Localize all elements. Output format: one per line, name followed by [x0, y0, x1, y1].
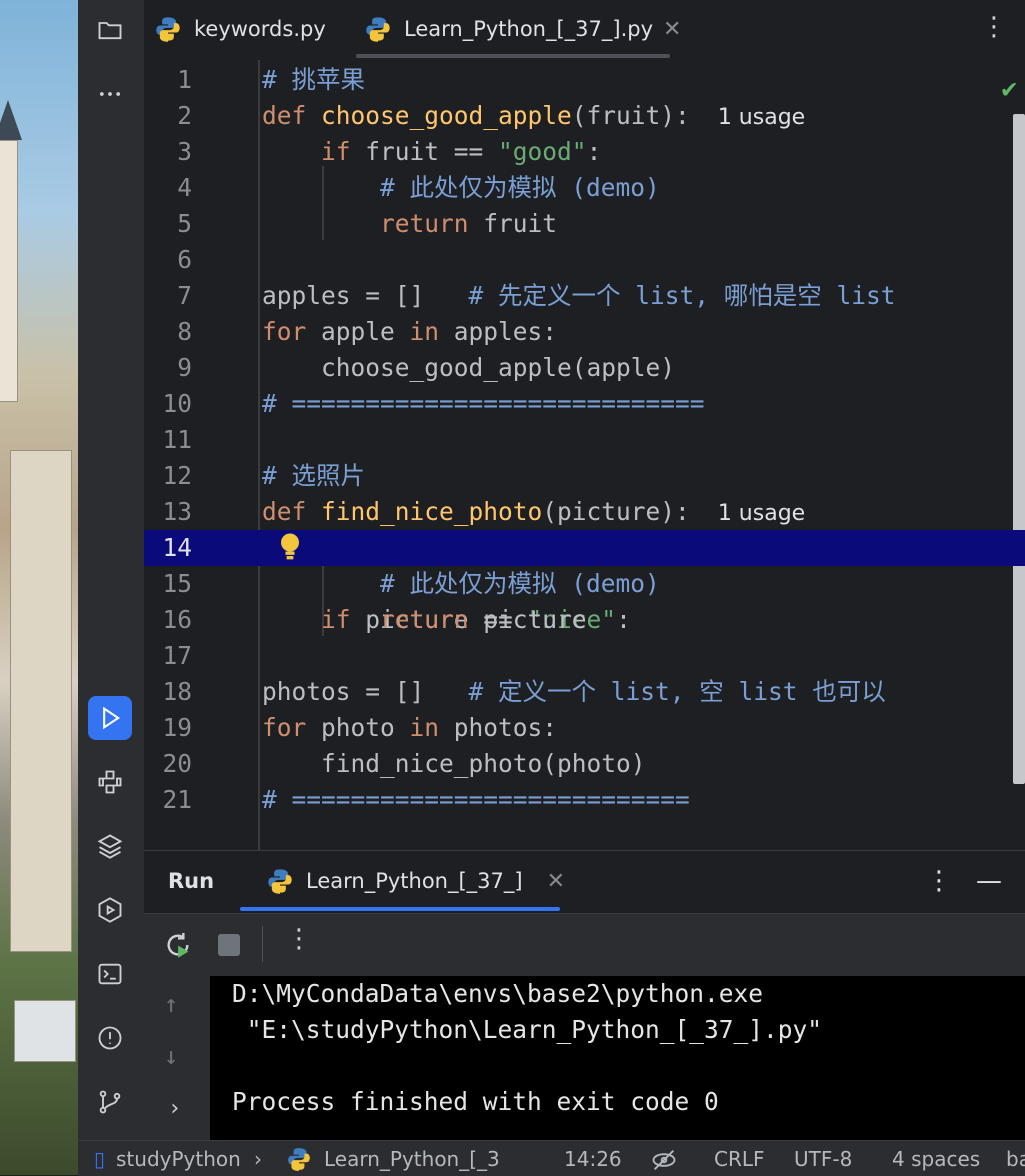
code-line: 19 for photo in photos:: [162, 713, 558, 742]
code-line: 7 apples = [] # 先定义一个 list, 哪怕是空 list: [177, 281, 896, 310]
expand-icon[interactable]: ›: [168, 1096, 181, 1121]
code-line: 17: [162, 641, 192, 670]
code-line: 10 # ============================: [162, 389, 705, 418]
caret-position[interactable]: 14:26: [564, 1147, 622, 1171]
status-bar: ▯ studyPython › Learn_Python_[_3 14:26 C…: [78, 1140, 1025, 1176]
terminal-icon[interactable]: [88, 952, 132, 996]
code-line: 9 choose_good_apple(apple): [177, 353, 676, 382]
active-tab-indicator: [356, 54, 670, 58]
code-line: 15 # 此处仅为模拟 (demo): [162, 569, 660, 598]
run-panel-title: Run: [168, 869, 215, 893]
code-line: 13 def find_nice_photo(picture): 1 usage: [162, 497, 806, 526]
code-line: 12 # 选照片: [162, 461, 366, 490]
read-only-toggle-icon[interactable]: [650, 1146, 678, 1174]
tab-menu-icon[interactable]: ⋮: [981, 12, 1007, 42]
code-line: 8 for apple in apples:: [177, 317, 558, 346]
console-line: D:\MyCondaData\envs\base2\python.exe: [232, 979, 764, 1008]
code-line: 21 # ===========================: [162, 785, 690, 814]
layers-icon[interactable]: [88, 824, 132, 868]
more-options-icon[interactable]: ⋮: [286, 924, 312, 954]
breadcrumb-chevron-icon: ›: [254, 1147, 262, 1171]
tab-label: keywords.py: [194, 17, 326, 41]
indent-setting[interactable]: 4 spaces: [892, 1147, 980, 1171]
usage-hint[interactable]: 1 usage: [718, 105, 805, 130]
run-tool-window: Run Learn_Python_[_37_] ✕ ⋮ — ⋮ ↑ ↓ › D:…: [144, 850, 1025, 1141]
tool-window-strip: [78, 0, 145, 1140]
console-output[interactable]: D:\MyCondaData\envs\base2\python.exe "E:…: [210, 976, 1025, 1141]
usage-hint[interactable]: 1 usage: [718, 501, 805, 526]
toolbar-divider: [262, 926, 263, 962]
castle-wall: [10, 450, 72, 952]
close-icon[interactable]: ✕: [663, 17, 681, 42]
code-line: 20 find_nice_photo(photo): [162, 749, 646, 778]
run-icon[interactable]: [88, 696, 132, 740]
intention-bulb-icon[interactable]: [276, 529, 304, 565]
console-line: "E:\studyPython\Learn_Python_[_37_].py": [232, 1015, 823, 1044]
code-line: 1 # 挑苹果: [177, 65, 366, 94]
editor-tabs: keywords.py Learn_Python_[_37_].py ✕ ⋮: [144, 0, 1025, 61]
python-console-icon[interactable]: [88, 760, 132, 804]
more-tools-icon[interactable]: [88, 72, 132, 116]
tab-label: Learn_Python_[_37_].py: [404, 17, 654, 41]
castle-roof: [0, 100, 22, 140]
project-folder-icon[interactable]: [88, 8, 132, 52]
code-line: 4 # 此处仅为模拟 (demo): [177, 173, 660, 202]
console-line: Process finished with exit code 0: [232, 1087, 719, 1116]
rerun-icon[interactable]: [162, 929, 194, 961]
breadcrumb-file[interactable]: Learn_Python_[_3: [324, 1147, 500, 1171]
castle-tower: [0, 140, 18, 402]
python-icon: [156, 17, 180, 42]
code-editor[interactable]: ✔ 1 # 挑苹果 2 def choose_good_apple(fruit): 1…: [144, 60, 1025, 850]
python-icon: [366, 17, 390, 42]
code-line: 16 return picture: [162, 605, 587, 634]
project-icon: ▯: [94, 1147, 106, 1171]
code-line: 2 def choose_good_apple(fruit): 1 usage: [177, 101, 806, 130]
minimize-icon[interactable]: —: [976, 851, 1002, 911]
breadcrumb-project[interactable]: studyPython: [116, 1147, 241, 1171]
run-config-tab[interactable]: Learn_Python_[_37_] ✕: [266, 851, 565, 911]
interpreter[interactable]: ba: [1006, 1147, 1025, 1171]
tab-keywords[interactable]: keywords.py: [154, 0, 326, 58]
stop-icon[interactable]: [218, 934, 240, 956]
console-gutter: ↑ ↓ ›: [144, 976, 210, 1141]
building: [14, 1000, 76, 1062]
services-icon[interactable]: [88, 888, 132, 932]
code-line: 11: [162, 425, 192, 454]
code-line: 6: [177, 245, 192, 274]
code-line: 18 photos = [] # 定义一个 list, 空 list 也可以: [162, 677, 886, 706]
scroll-down-icon[interactable]: ↓: [164, 1042, 178, 1070]
code-line: 5 return fruit: [177, 209, 558, 238]
tab-learn-python-37[interactable]: Learn_Python_[_37_].py ✕: [364, 0, 681, 58]
code-line-current: 14 if picture == "nice":: [144, 529, 1025, 634]
active-run-tab-indicator: [240, 907, 560, 911]
run-options-icon[interactable]: ⋮: [926, 851, 952, 911]
python-icon: [268, 869, 292, 894]
problems-icon[interactable]: [88, 1016, 132, 1060]
scroll-up-icon[interactable]: ↑: [164, 990, 178, 1018]
desktop-background: [0, 0, 78, 1175]
run-tab-label: Learn_Python_[_37_]: [306, 869, 523, 893]
close-icon[interactable]: ✕: [547, 869, 565, 894]
run-toolbar: ⋮: [144, 913, 1025, 977]
line-separator[interactable]: CRLF: [714, 1147, 765, 1171]
code-line: 3 if fruit == "good":: [177, 137, 602, 166]
python-icon: [288, 1148, 310, 1171]
file-encoding[interactable]: UTF-8: [794, 1147, 852, 1171]
git-branch-icon[interactable]: [88, 1080, 132, 1124]
